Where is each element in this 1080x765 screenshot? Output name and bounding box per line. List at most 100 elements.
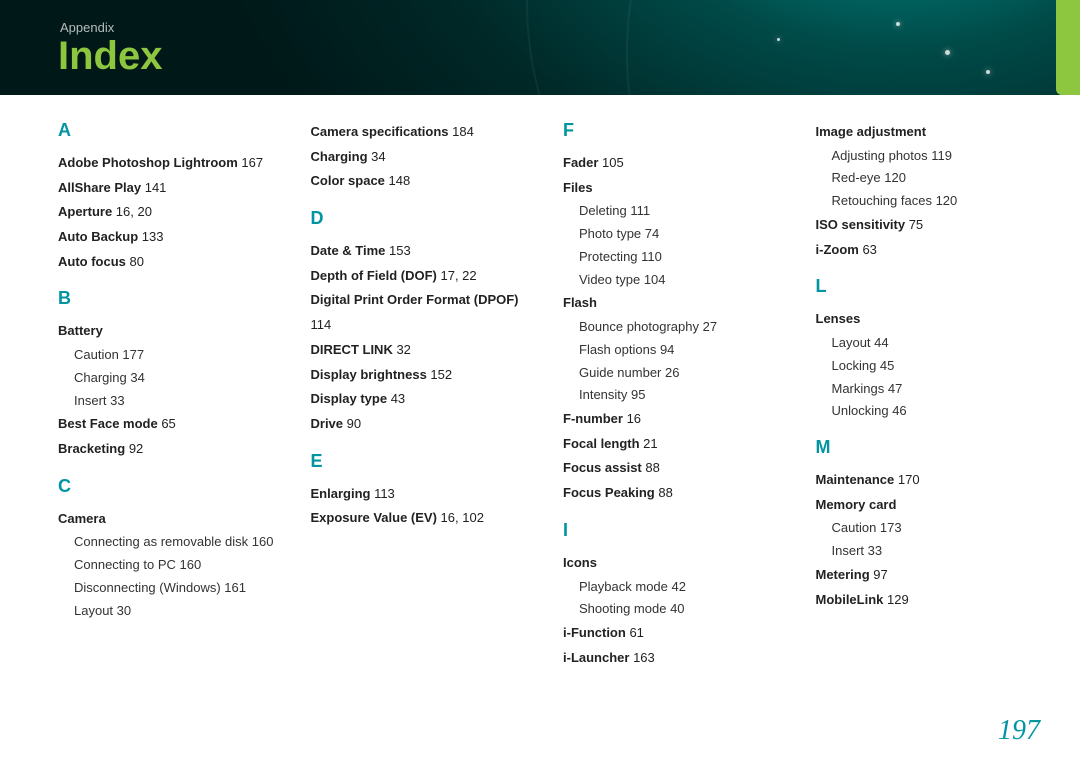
index-entry: Fader 105 <box>563 151 786 176</box>
page-ref: 74 <box>641 226 659 241</box>
page-ref: 113 <box>370 486 394 501</box>
page-ref: 16, 102 <box>437 510 484 525</box>
page-ref: 120 <box>932 193 957 208</box>
section-label: Appendix <box>60 20 114 35</box>
index-subentry: Playback mode 42 <box>563 576 786 599</box>
page-ref: 21 <box>640 436 658 451</box>
index-subentry: Shooting mode 40 <box>563 598 786 621</box>
page-ref: 184 <box>449 124 474 139</box>
index-entry: Date & Time 153 <box>311 239 534 264</box>
index-entry: ISO sensitivity 75 <box>816 213 1039 238</box>
page-ref: 30 <box>113 603 131 618</box>
index-letter: L <box>816 276 1039 297</box>
index-entry: Adobe Photoshop Lightroom 167 <box>58 151 281 176</box>
index-subentry: Flash options 94 <box>563 339 786 362</box>
index-subentry: Unlocking 46 <box>816 400 1039 423</box>
page-ref: 177 <box>119 347 144 362</box>
index-entry: Camera <box>58 507 281 532</box>
page-ref: 32 <box>393 342 411 357</box>
index-entry: F-number 16 <box>563 407 786 432</box>
page-ref: 170 <box>894 472 919 487</box>
page-ref: 92 <box>125 441 143 456</box>
index-column: FFader 105FilesDeleting 111Photo type 74… <box>563 120 786 670</box>
index-entry: Lenses <box>816 307 1039 332</box>
index-entry: Flash <box>563 291 786 316</box>
index-subentry: Video type 104 <box>563 269 786 292</box>
page-ref: 63 <box>859 242 877 257</box>
index-subentry: Bounce photography 27 <box>563 316 786 339</box>
index-entry: Drive 90 <box>311 412 534 437</box>
page-ref: 167 <box>238 155 263 170</box>
index-subentry: Layout 30 <box>58 600 281 623</box>
index-subentry: Deleting 111 <box>563 200 786 223</box>
index-entry: Focus assist 88 <box>563 456 786 481</box>
index-entry: Color space 148 <box>311 169 534 194</box>
index-subentry: Caution 173 <box>816 517 1039 540</box>
index-entry: i-Launcher 163 <box>563 646 786 671</box>
index-column: Camera specifications 184Charging 34Colo… <box>311 120 534 670</box>
page-ref: 33 <box>864 543 882 558</box>
index-entry: Focal length 21 <box>563 432 786 457</box>
index-letter: B <box>58 288 281 309</box>
index-entry: Exposure Value (EV) 16, 102 <box>311 506 534 531</box>
page-ref: 148 <box>385 173 410 188</box>
page-ref: 163 <box>629 650 654 665</box>
page-ref: 43 <box>387 391 405 406</box>
index-entry: Image adjustment <box>816 120 1039 145</box>
index-letter: M <box>816 437 1039 458</box>
page-ref: 40 <box>666 601 684 616</box>
index-subentry: Charging 34 <box>58 367 281 390</box>
page-ref: 161 <box>221 580 246 595</box>
index-entry: DIRECT LINK 32 <box>311 338 534 363</box>
index-column: Image adjustmentAdjusting photos 119Red-… <box>816 120 1039 670</box>
index-entry: Digital Print Order Format (DPOF) 114 <box>311 288 534 337</box>
index-entry: MobileLink 129 <box>816 588 1039 613</box>
index-letter: C <box>58 476 281 497</box>
index-subentry: Insert 33 <box>58 390 281 413</box>
index-entry: Files <box>563 176 786 201</box>
index-subentry: Connecting to PC 160 <box>58 554 281 577</box>
index-subentry: Connecting as removable disk 160 <box>58 531 281 554</box>
page-ref: 160 <box>176 557 201 572</box>
index-entry: Metering 97 <box>816 563 1039 588</box>
page-ref: 95 <box>627 387 645 402</box>
page-ref: 42 <box>668 579 686 594</box>
index-entry: Auto focus 80 <box>58 250 281 275</box>
page-ref: 88 <box>642 460 660 475</box>
index-letter: A <box>58 120 281 141</box>
page-ref: 152 <box>427 367 452 382</box>
index-subentry: Guide number 26 <box>563 362 786 385</box>
index-entry: Focus Peaking 88 <box>563 481 786 506</box>
index-subentry: Insert 33 <box>816 540 1039 563</box>
index-entry: Depth of Field (DOF) 17, 22 <box>311 264 534 289</box>
page-ref: 133 <box>138 229 163 244</box>
side-tab <box>1056 0 1080 95</box>
index-subentry: Protecting 110 <box>563 246 786 269</box>
page-ref: 94 <box>656 342 674 357</box>
page-ref: 173 <box>876 520 901 535</box>
index-entry: Battery <box>58 319 281 344</box>
index-entry: i-Zoom 63 <box>816 238 1039 263</box>
index-subentry: Retouching faces 120 <box>816 190 1039 213</box>
page-ref: 160 <box>248 534 273 549</box>
index-entry: Icons <box>563 551 786 576</box>
page-title: Index <box>58 34 162 79</box>
page-ref: 65 <box>158 416 176 431</box>
page-number: 197 <box>998 715 1040 747</box>
page-ref: 17, 22 <box>437 268 477 283</box>
index-entry: i-Function 61 <box>563 621 786 646</box>
page-ref: 75 <box>905 217 923 232</box>
index-entry: Display brightness 152 <box>311 363 534 388</box>
index-letter: I <box>563 520 786 541</box>
page-ref: 120 <box>881 170 906 185</box>
index-content: AAdobe Photoshop Lightroom 167AllShare P… <box>58 120 1038 670</box>
page-ref: 129 <box>883 592 908 607</box>
page-ref: 45 <box>876 358 894 373</box>
index-subentry: Adjusting photos 119 <box>816 145 1039 168</box>
page-ref: 110 <box>638 249 662 264</box>
page-ref: 88 <box>655 485 673 500</box>
index-subentry: Disconnecting (Windows) 161 <box>58 577 281 600</box>
page-ref: 114 <box>311 317 332 332</box>
index-letter: F <box>563 120 786 141</box>
index-entry: Display type 43 <box>311 387 534 412</box>
